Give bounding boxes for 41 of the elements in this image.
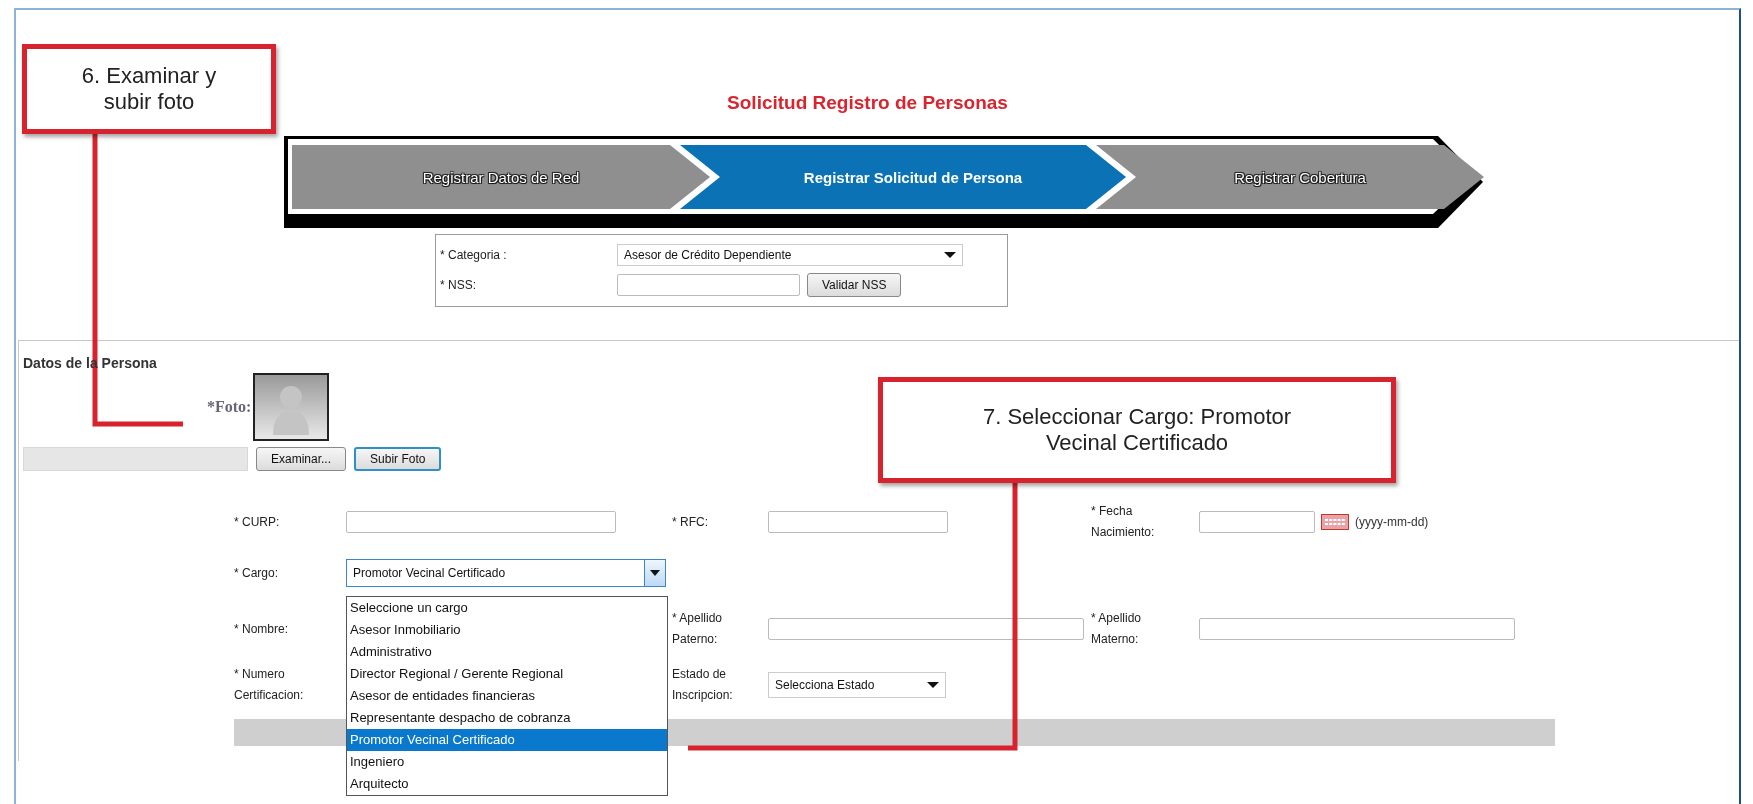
field-label: * CURP:	[234, 513, 281, 531]
dropdown-option[interactable]: Promotor Vecinal Certificado	[347, 729, 667, 751]
date-format-hint: (yyyy-mm-dd)	[1355, 515, 1429, 529]
dropdown-option[interactable]: Asesor Inmobiliario	[347, 619, 667, 641]
validate-nss-button[interactable]: Validar NSS	[807, 273, 902, 297]
browse-button[interactable]: Examinar...	[256, 447, 347, 471]
wizard-step[interactable]: Registrar Solicitud de Persona	[680, 145, 1126, 209]
photo-label: *Foto:	[207, 398, 252, 416]
date-input-field[interactable]	[1199, 511, 1315, 533]
file-path-field[interactable]	[23, 447, 248, 471]
categoria-dropdown[interactable]: Asesor de Crédito Dependiente	[617, 244, 963, 266]
annotation-callout: 7. Seleccionar Cargo: Promotor Vecinal Certificado	[878, 377, 1396, 483]
field-label: * Nombre:	[234, 620, 290, 638]
dropdown-option[interactable]: Asesor de entidades financieras	[347, 685, 667, 707]
field-label: * Fecha Nacimiento:	[1091, 503, 1156, 541]
field-label: * Categoria :	[440, 248, 508, 262]
field-label: * Numero Certificacion:	[234, 666, 305, 704]
text-input-field[interactable]	[768, 618, 1084, 640]
field-label: * Apellido Materno:	[1091, 610, 1143, 648]
dropdown-option[interactable]: Director Regional / Gerente Regional	[347, 663, 667, 685]
field-label: * Apellido Paterno:	[672, 610, 724, 648]
calendar-icon[interactable]	[1321, 514, 1349, 530]
estado-dropdown[interactable]: Selecciona Estado	[768, 672, 946, 698]
dropdown-option[interactable]: Ingeniero	[347, 751, 667, 773]
nss-input-field[interactable]	[617, 274, 800, 296]
field-label: * NSS:	[440, 278, 477, 292]
dropdown-option[interactable]: Representante despacho de cobranza	[347, 707, 667, 729]
section-title: Datos de la Persona	[22, 354, 157, 371]
cargo-dropdown[interactable]: Promotor Vecinal Certificado	[346, 559, 666, 587]
dropdown-option[interactable]: Arquitecto	[347, 773, 667, 795]
dropdown-option[interactable]: Seleccione un cargo	[347, 597, 667, 619]
field-label: * RFC:	[672, 513, 709, 531]
field-label: Estado de Inscripcion:	[672, 666, 734, 704]
text-input-field[interactable]	[1199, 618, 1515, 640]
field-label: * Cargo:	[234, 564, 280, 582]
page-title: Solicitud Registro de Personas	[727, 92, 1008, 114]
text-input-field[interactable]	[346, 511, 616, 533]
dropdown-option[interactable]: Administrativo	[347, 641, 667, 663]
upload-photo-button[interactable]: Subir Foto	[354, 447, 442, 471]
annotation-callout: 6. Examinar y subir foto	[22, 44, 276, 134]
text-input-field[interactable]	[768, 511, 948, 533]
